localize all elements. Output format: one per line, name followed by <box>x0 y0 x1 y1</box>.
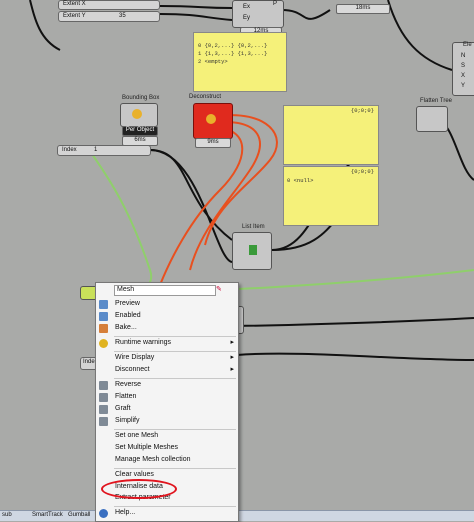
menu-item-flatten[interactable]: Flatten <box>96 392 238 403</box>
right-component[interactable]: N S X Y <box>452 42 474 96</box>
menu-item-set-multiple-meshes-label: Set Multiple Meshes <box>115 444 179 451</box>
taskbar-left[interactable]: sub <box>2 512 12 518</box>
menu-item-preview[interactable]: Preview <box>96 299 238 310</box>
menu-item-reverse-label: Reverse <box>115 381 142 388</box>
menu-item-preview-label: Preview <box>115 300 140 307</box>
menu-item-simplify-label: Simplify <box>115 417 140 424</box>
reverse-icon <box>99 381 108 390</box>
port-x: X <box>461 73 466 79</box>
menu-item-graft-label: Graft <box>115 405 131 412</box>
index-bottom-label: Inde <box>83 359 95 365</box>
bounding-box-component[interactable] <box>120 103 158 127</box>
list-item-title: List Item <box>242 224 265 230</box>
list-item-component[interactable] <box>232 232 272 270</box>
bounding-box-icon <box>132 109 142 119</box>
enabled-icon <box>99 312 108 321</box>
menu-item-wire-display[interactable]: Wire Display ▸ <box>96 353 238 364</box>
help-icon <box>99 509 108 518</box>
deconstruct-title: Deconstruct <box>189 94 222 100</box>
right-component-title: Ele <box>463 42 472 48</box>
bounding-box-title: Bounding Box <box>122 95 160 101</box>
panel-top[interactable]: 0 {0,2,...} {0,2,...} 1 {1,3,...} {1,3,.… <box>193 32 287 92</box>
grasshopper-canvas[interactable]: Extent X Extent Y 35 Ex Ey P 12ms 18ms 0… <box>0 0 474 522</box>
bounding-box-mode: Per Object <box>122 126 158 136</box>
menu-item-simplify[interactable]: Simplify <box>96 416 238 427</box>
menu-item-graft[interactable]: Graft <box>96 404 238 415</box>
menu-item-set-one-mesh[interactable]: Set one Mesh <box>96 431 238 442</box>
port-p: P <box>273 1 278 7</box>
extent-x-label: Extent X <box>63 1 86 7</box>
menu-item-wire-display-label: Wire Display <box>115 354 155 361</box>
menu-item-help-label: Help... <box>115 509 136 516</box>
menu-item-disconnect-label: Disconnect <box>115 366 150 373</box>
port-ex: Ex <box>243 4 251 10</box>
deconstruct-icon <box>206 114 216 124</box>
timer-deconstruct: 9ms <box>195 138 231 148</box>
panel-top-line1: 0 {0,2,...} {0,2,...} <box>198 42 268 49</box>
menu-item-disconnect[interactable]: Disconnect ▸ <box>96 365 238 376</box>
flatten-tree-title: Flatten Tree <box>420 98 453 104</box>
menu-separator <box>114 336 236 337</box>
menu-item-clear-values[interactable]: Clear values <box>96 470 238 481</box>
top-component[interactable]: Ex Ey P <box>232 0 284 28</box>
bake-icon <box>99 324 108 333</box>
extent-y-slider[interactable]: Extent Y 35 <box>58 11 160 22</box>
taskbar-smarttrack[interactable]: SmartTrack <box>32 512 63 518</box>
panel-top-line3: 2 <empty> <box>198 58 228 65</box>
panel-low-line: 0 <null> <box>287 177 314 184</box>
menu-item-reverse[interactable]: Reverse <box>96 380 238 391</box>
menu-item-manage-mesh-collection[interactable]: Manage Mesh collection <box>96 455 238 466</box>
submenu-arrow-icon: ▸ <box>230 366 234 373</box>
graft-icon <box>99 405 108 414</box>
port-n: N <box>461 53 466 59</box>
rename-icon[interactable]: ✎ <box>216 285 226 294</box>
extent-y-label: Extent Y <box>63 13 86 19</box>
panel-low-header: {0;0;0} <box>350 168 374 175</box>
port-ey: Ey <box>243 15 251 21</box>
menu-item-set-multiple-meshes[interactable]: Set Multiple Meshes <box>96 443 238 454</box>
menu-item-set-one-mesh-label: Set one Mesh <box>115 432 159 439</box>
mesh-name-value: Mesh <box>117 286 135 293</box>
flatten-tree-component[interactable] <box>416 106 448 132</box>
index-value: 1 <box>94 147 98 153</box>
highlight-circle <box>101 479 177 499</box>
flatten-icon <box>99 393 108 402</box>
panel-low[interactable]: {0;0;0} 0 <null> <box>283 166 379 226</box>
submenu-arrow-icon: ▸ <box>230 339 234 346</box>
menu-item-bake-label: Bake... <box>115 324 137 331</box>
menu-separator <box>114 506 236 507</box>
port-y: Y <box>461 83 466 89</box>
menu-item-flatten-label: Flatten <box>115 393 137 400</box>
panel-mid-header: {0;0;0} <box>350 107 374 114</box>
list-item-icon <box>249 245 257 255</box>
extent-x-slider[interactable]: Extent X <box>58 0 160 10</box>
extent-y-value: 35 <box>119 13 126 19</box>
menu-item-help[interactable]: Help... <box>96 508 238 519</box>
menu-separator <box>114 429 236 430</box>
taskbar-gumball[interactable]: Gumball <box>68 512 90 518</box>
submenu-arrow-icon: ▸ <box>230 354 234 361</box>
mesh-name-field[interactable]: Mesh <box>114 285 216 296</box>
index-slider[interactable]: Index 1 <box>57 145 151 156</box>
menu-item-enabled[interactable]: Enabled <box>96 311 238 322</box>
menu-item-runtime-warnings-label: Runtime warnings <box>115 339 172 346</box>
menu-separator <box>114 351 236 352</box>
menu-separator <box>114 378 236 379</box>
port-s: S <box>461 63 466 69</box>
menu-item-enabled-label: Enabled <box>115 312 141 319</box>
menu-item-bake[interactable]: Bake... <box>96 323 238 334</box>
menu-item-manage-mesh-collection-label: Manage Mesh collection <box>115 456 191 463</box>
panel-mid[interactable]: {0;0;0} <box>283 105 379 165</box>
simplify-icon <box>99 417 108 426</box>
deconstruct-component[interactable] <box>193 103 233 139</box>
index-label: Index <box>62 147 77 153</box>
panel-top-line2: 1 {1,3,...} {1,3,...} <box>198 50 268 57</box>
menu-item-clear-values-label: Clear values <box>115 471 154 478</box>
menu-item-runtime-warnings[interactable]: Runtime warnings ▸ <box>96 338 238 349</box>
preview-icon <box>99 300 108 309</box>
menu-separator <box>114 468 236 469</box>
timer-top-right: 18ms <box>336 4 390 14</box>
warning-icon <box>99 339 108 348</box>
